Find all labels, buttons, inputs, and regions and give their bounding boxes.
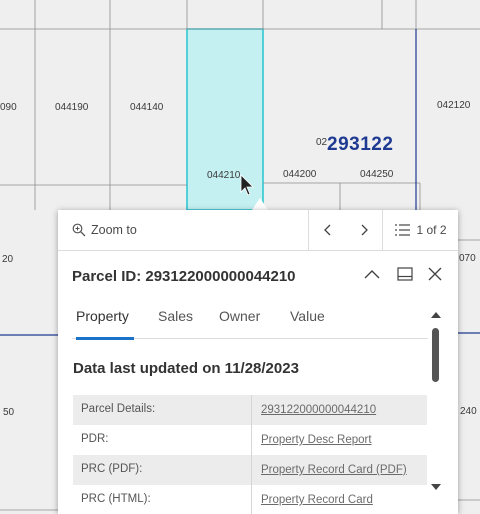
dock-icon bbox=[397, 267, 413, 281]
previous-feature-button[interactable] bbox=[308, 210, 346, 250]
scrollbar-thumb[interactable] bbox=[432, 328, 439, 382]
parcel-label: 240 bbox=[460, 406, 477, 417]
tab-value[interactable]: Value bbox=[290, 308, 325, 338]
pdr-link[interactable]: Property Desc Report bbox=[251, 425, 372, 455]
collapse-button[interactable] bbox=[360, 262, 384, 286]
parcel-label: 20 bbox=[2, 254, 14, 265]
popup-title: Parcel ID: 293122000000044210 bbox=[72, 268, 296, 285]
parcel-label: 50 bbox=[3, 407, 15, 418]
popup-toolbar: Zoom to 1 of 2 bbox=[58, 210, 458, 251]
popup-content: Data last updated on 11/28/2023 Parcel D… bbox=[58, 340, 431, 514]
tab-bar: Property Sales Owner Value bbox=[72, 308, 428, 340]
feature-count: 1 of 2 bbox=[416, 223, 447, 237]
table-row: PRC (PDF): Property Record Card (PDF) bbox=[73, 455, 427, 485]
next-feature-button[interactable] bbox=[345, 210, 382, 250]
parcel-label: 044140 bbox=[130, 102, 164, 113]
content-scrollbar[interactable] bbox=[429, 308, 443, 498]
zoom-to-label: Zoom to bbox=[91, 223, 137, 237]
search-icon bbox=[72, 223, 86, 237]
parcel-label: 042120 bbox=[437, 100, 471, 111]
chevron-right-icon bbox=[361, 224, 368, 236]
parcel-details-link[interactable]: 293122000000044210 bbox=[251, 395, 376, 425]
parcel-label: 044200 bbox=[283, 169, 317, 180]
scroll-down-icon[interactable] bbox=[429, 482, 443, 492]
data-updated-heading: Data last updated on 11/28/2023 bbox=[73, 360, 299, 377]
chevron-left-icon bbox=[323, 224, 330, 236]
parcel-label: 070 bbox=[459, 253, 476, 264]
parcel-popup: Zoom to 1 of 2 Parcel ID: 29312200000004… bbox=[58, 210, 458, 514]
tab-sales[interactable]: Sales bbox=[158, 308, 193, 338]
parcel-label: 090 bbox=[0, 102, 17, 113]
table-row: Parcel Details: 293122000000044210 bbox=[73, 395, 427, 425]
parcel-label: 044250 bbox=[360, 169, 394, 180]
list-icon bbox=[395, 224, 411, 236]
prc-pdf-link[interactable]: Property Record Card (PDF) bbox=[251, 455, 407, 485]
chevron-up-icon bbox=[364, 270, 380, 279]
close-button[interactable] bbox=[423, 262, 447, 286]
feature-list-button[interactable]: 1 of 2 bbox=[382, 210, 459, 250]
close-icon bbox=[428, 267, 442, 281]
table-row: PDR: Property Desc Report bbox=[73, 425, 427, 455]
prc-html-link[interactable]: Property Record Card bbox=[251, 485, 373, 514]
table-row: PRC (HTML): Property Record Card bbox=[73, 485, 427, 514]
scroll-up-icon[interactable] bbox=[429, 310, 443, 320]
row-label: PRC (HTML): bbox=[81, 493, 151, 505]
section-prefix-label: 02 bbox=[316, 137, 328, 148]
section-number-label: 293122 bbox=[327, 134, 393, 155]
row-label: Parcel Details: bbox=[81, 403, 156, 415]
tab-property[interactable]: Property bbox=[76, 308, 134, 340]
selected-parcel[interactable] bbox=[186, 28, 264, 211]
dock-button[interactable] bbox=[393, 262, 417, 286]
parcel-label: 044190 bbox=[55, 102, 89, 113]
row-label: PRC (PDF): bbox=[81, 463, 143, 475]
parcel-label: 044210 bbox=[207, 170, 241, 181]
property-table: Parcel Details: 293122000000044210 PDR: … bbox=[73, 395, 427, 514]
tab-owner[interactable]: Owner bbox=[219, 308, 260, 338]
row-label: PDR: bbox=[81, 433, 109, 445]
zoom-to-button[interactable]: Zoom to bbox=[72, 210, 137, 250]
